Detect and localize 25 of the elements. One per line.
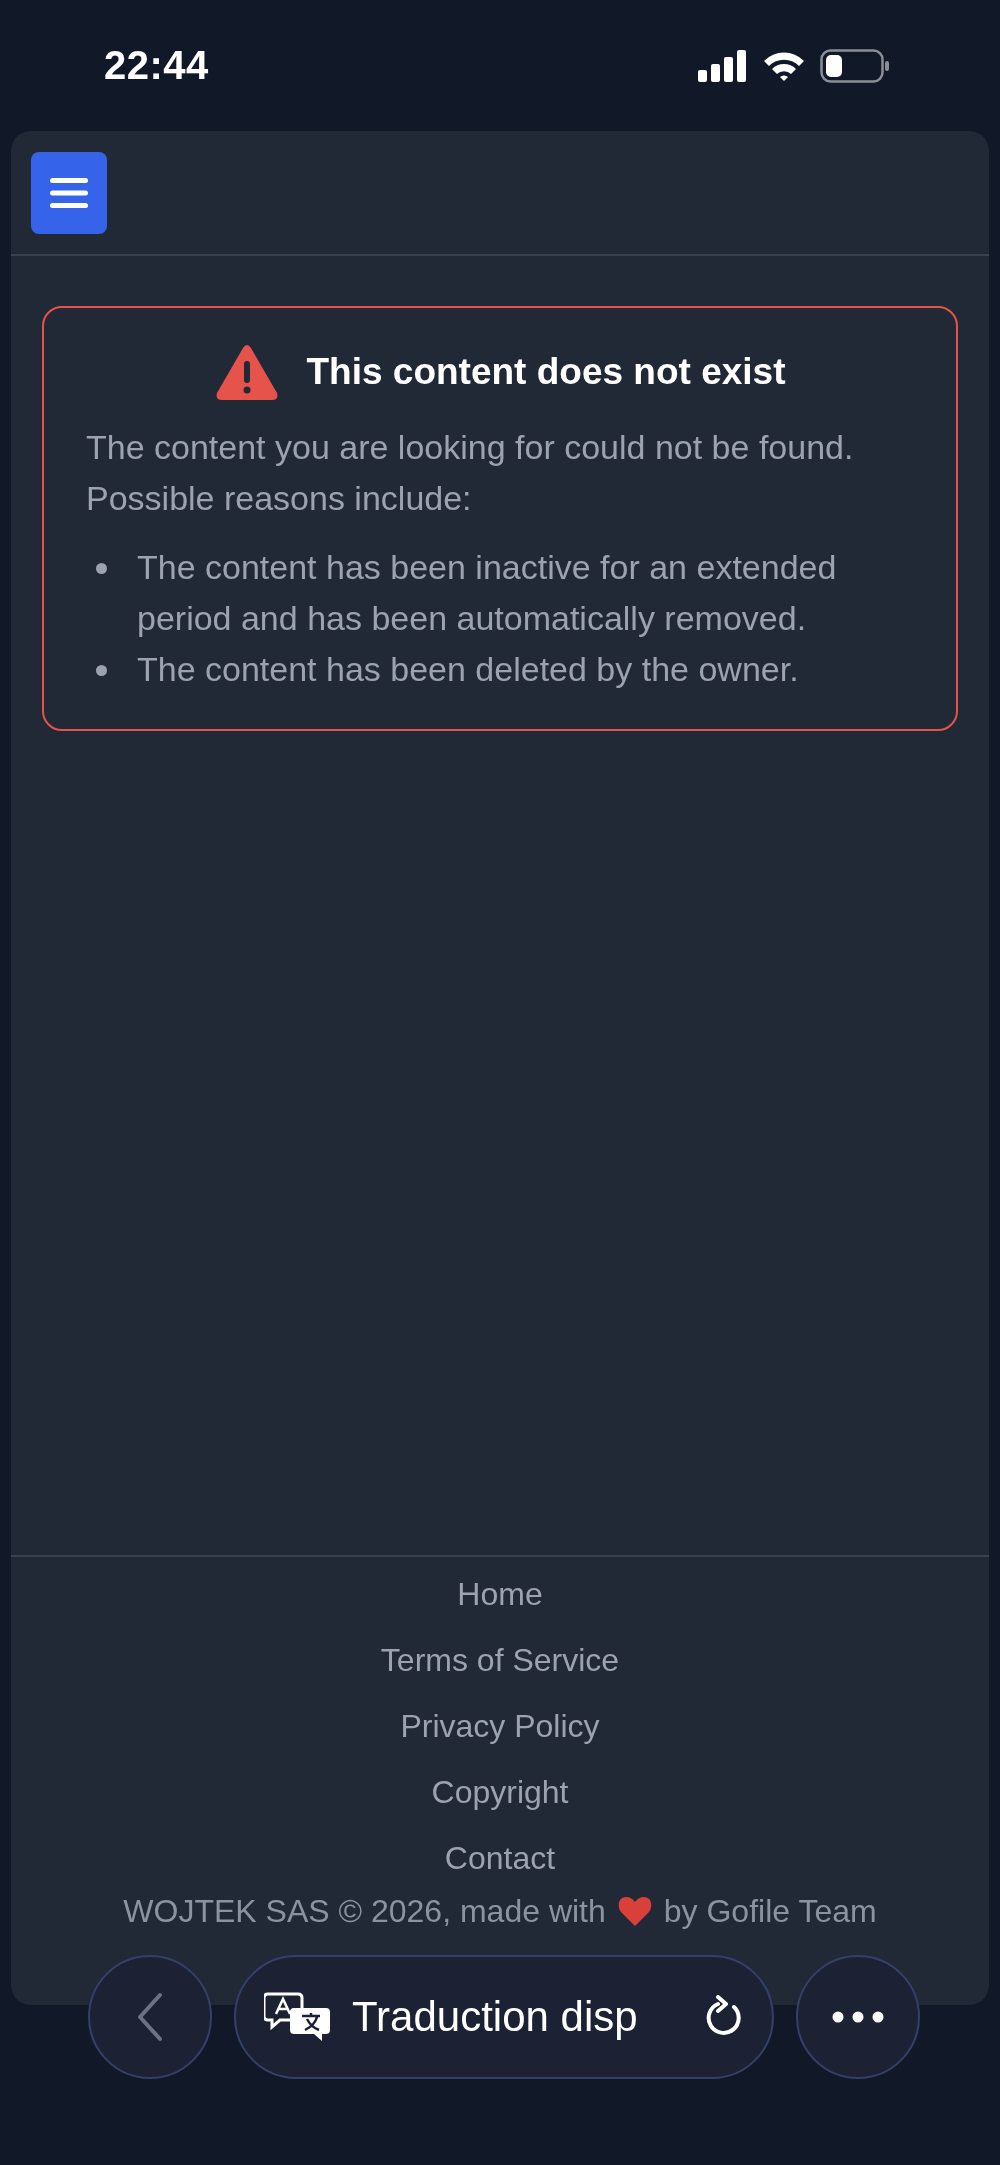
warning-icon [214,344,279,400]
translate-icon [264,1992,332,2042]
footer-link[interactable]: Home [457,1561,543,1627]
footer-link[interactable]: Privacy Policy [400,1693,600,1759]
footer-link[interactable]: Terms of Service [380,1627,620,1693]
footer-link[interactable]: Copyright [431,1759,569,1825]
bullet-icon [96,563,107,574]
copyright-text: WOJTEK SAS © 2026, made with [123,1892,606,1931]
reason-text: The content has been deleted by the owner. [137,649,799,690]
footer-link[interactable]: Contact [444,1825,556,1891]
bullet-icon [96,665,107,676]
translation-text: Traduction disp [352,1993,639,2041]
translation-bar[interactable]: Traduction disp [234,1955,774,2079]
error-message: The content you are looking for could not be found. Possible reasons include: [86,427,855,519]
more-icon [832,2011,884,2023]
heart-icon [617,1896,652,1926]
menu-button[interactable] [31,151,107,234]
menu-icon [50,177,88,208]
back-icon [137,1992,163,2042]
clock: 22:44 [104,43,209,88]
battery-icon [820,48,890,83]
signal-icon [698,49,748,82]
reason-text: The content has been inactive for an extended period and has been automatically removed. [137,547,838,639]
error-title: This content does not exist [306,351,786,393]
copyright-text: by Gofile Team [663,1892,877,1931]
